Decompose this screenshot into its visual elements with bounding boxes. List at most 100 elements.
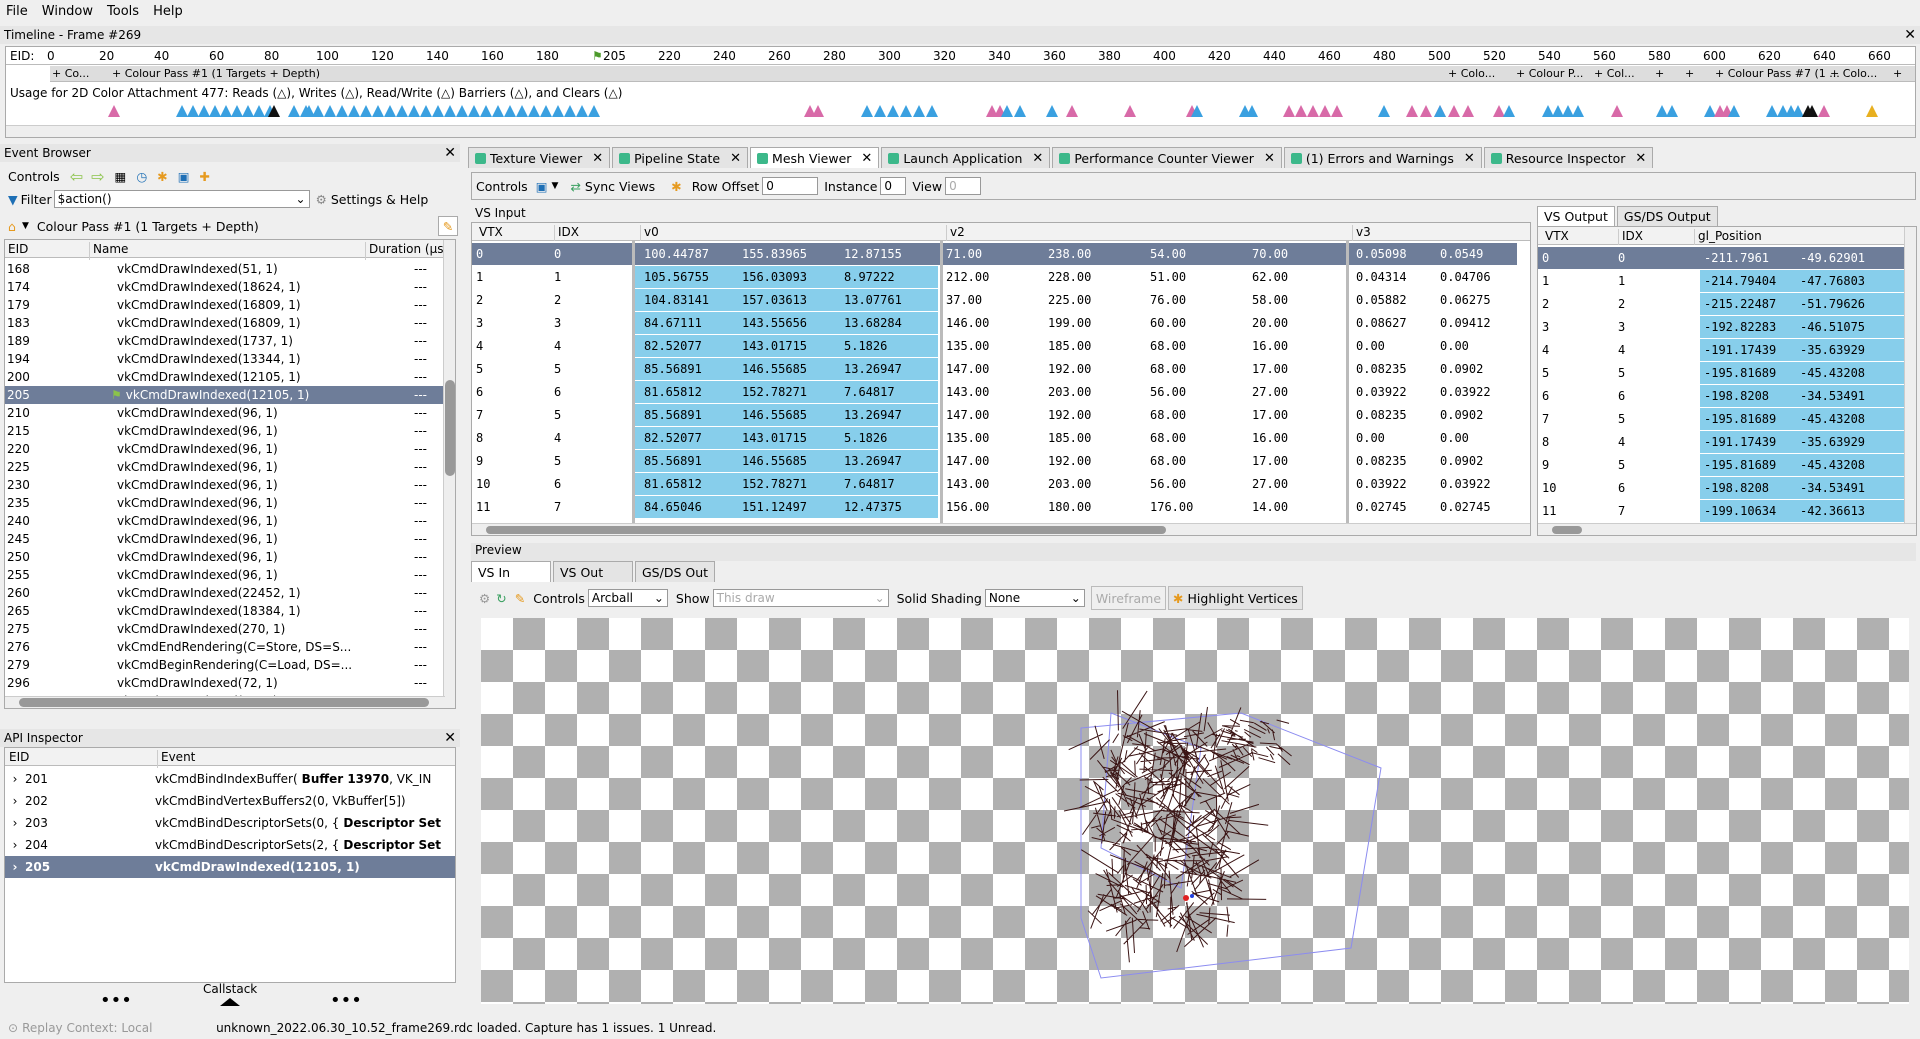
save-icon[interactable]: ▣ <box>536 179 548 194</box>
menu-window[interactable]: Window <box>42 4 93 19</box>
tab-mesh-viewer[interactable]: Mesh Viewer ✕ <box>750 147 880 168</box>
grid-cell[interactable]: 0.0902 <box>1440 454 1483 468</box>
grid-cell[interactable]: 0 <box>476 247 483 261</box>
grid-cell[interactable]: -199.10634 <box>1704 504 1776 518</box>
grid-cell[interactable]: 156.00 <box>946 500 989 514</box>
grid-cell[interactable]: 176.00 <box>1150 500 1193 514</box>
vs-output-vscroll[interactable] <box>1904 227 1916 535</box>
usage-marker[interactable] <box>108 105 120 117</box>
grid-cell[interactable]: 0.00 <box>1356 431 1385 445</box>
grid-cell[interactable]: 8 <box>1542 435 1549 449</box>
event-list[interactable]: EID Name Duration (µs 168 vkCmdDrawIndexe… <box>4 239 456 709</box>
instance-input[interactable]: 0 <box>880 177 907 195</box>
grid-cell[interactable]: 70.00 <box>1252 247 1288 261</box>
usage-marker[interactable] <box>564 105 576 117</box>
table-row[interactable]: 174 vkCmdDrawIndexed(18624, 1) --- <box>5 278 445 296</box>
grid-cell[interactable]: 238.00 <box>1048 247 1091 261</box>
grid-cell[interactable]: 192.00 <box>1048 362 1091 376</box>
grid-cell[interactable]: 2 <box>554 293 561 307</box>
scroll-thumb[interactable] <box>19 698 429 707</box>
grid-cell[interactable]: 1 <box>1542 274 1549 288</box>
grid-cell[interactable]: 151.12497 <box>742 500 807 514</box>
usage-marker[interactable] <box>1014 105 1026 117</box>
settings-icon[interactable]: ✱ <box>157 169 167 184</box>
grid-cell[interactable]: 5 <box>554 454 561 468</box>
grid-cell[interactable]: 143.01715 <box>742 431 807 445</box>
usage-marker[interactable] <box>1818 105 1830 117</box>
grid-cell[interactable]: 0.08235 <box>1356 408 1407 422</box>
vs-output-grid[interactable]: VTX IDX gl_Position 0 0 -211.7961 -49.62901 1 1-… <box>1537 226 1917 536</box>
grid-cell[interactable]: 185.00 <box>1048 339 1091 353</box>
grid-cell[interactable]: 1 <box>476 270 483 284</box>
home-icon[interactable]: ⌂ <box>8 219 16 234</box>
grid-cell[interactable]: 12.87155 <box>844 247 902 261</box>
grid-cell[interactable]: 7 <box>1542 412 1549 426</box>
close-icon[interactable]: ✕ <box>1635 151 1646 166</box>
grid-cell[interactable]: 51.00 <box>1150 270 1186 284</box>
grid-cell[interactable]: 0.09412 <box>1440 316 1491 330</box>
grid-cell[interactable]: 5 <box>476 362 483 376</box>
grid-cell[interactable]: 76.00 <box>1150 293 1186 307</box>
grid-cell[interactable]: 100.44787 <box>644 247 709 261</box>
usage-marker[interactable] <box>540 105 552 117</box>
grid-cell[interactable]: 13.07761 <box>844 293 902 307</box>
grid-cell[interactable]: 85.56891 <box>644 408 702 422</box>
solid-shading-select[interactable]: None ⌄ <box>984 589 1085 607</box>
grid-cell[interactable]: 6 <box>554 477 561 491</box>
usage-marker[interactable] <box>576 105 588 117</box>
usage-marker[interactable] <box>396 105 408 117</box>
grid-cell[interactable]: 147.00 <box>946 362 989 376</box>
close-icon[interactable]: ✕ <box>730 151 741 166</box>
grid-cell[interactable]: 192.00 <box>1048 408 1091 422</box>
grid-cell[interactable]: 13.26947 <box>844 362 902 376</box>
usage-marker[interactable] <box>887 105 899 117</box>
grid-cell[interactable]: 7.64817 <box>844 477 895 491</box>
grid-cell[interactable]: 4 <box>1542 343 1549 357</box>
close-icon[interactable]: ✕ <box>444 145 460 161</box>
chevron-right-icon[interactable]: › <box>5 838 25 852</box>
grid-cell[interactable]: 82.52077 <box>644 431 702 445</box>
replay-context[interactable]: Replay Context: Local <box>22 1021 202 1035</box>
event-list-vscroll[interactable] <box>443 240 455 708</box>
usage-marker[interactable] <box>1066 105 1078 117</box>
usage-marker[interactable] <box>528 105 540 117</box>
chevron-right-icon[interactable]: › <box>5 772 25 786</box>
usage-marker[interactable] <box>874 105 886 117</box>
table-row[interactable]: 245 vkCmdDrawIndexed(96, 1) --- <box>5 530 445 548</box>
tab-performance-counter-viewer[interactable]: Performance Counter Viewer ✕ <box>1052 147 1282 168</box>
grid-cell[interactable]: 203.00 <box>1048 385 1091 399</box>
usage-marker[interactable] <box>1307 105 1319 117</box>
more-icon[interactable]: ••• <box>330 990 362 1011</box>
grid-cell[interactable]: 6 <box>1618 481 1625 495</box>
back-icon[interactable]: ⇦ <box>70 167 83 186</box>
table-row[interactable]: 235 vkCmdDrawIndexed(96, 1) --- <box>5 494 445 512</box>
grid-cell[interactable]: -192.82283 <box>1704 320 1776 334</box>
grid-cell[interactable]: 8 <box>476 431 483 445</box>
grid-cell[interactable]: 5 <box>1618 366 1625 380</box>
reset-icon[interactable]: ⚙ <box>479 591 490 606</box>
expand-up-icon[interactable] <box>220 998 240 1006</box>
grid-cell[interactable]: 68.00 <box>1150 408 1186 422</box>
grid-cell[interactable]: 84.65046 <box>644 500 702 514</box>
usage-marker[interactable] <box>1246 105 1258 117</box>
table-row[interactable]: › 201 vkCmdBindIndexBuffer(Buffer 13970, V… <box>5 768 455 790</box>
grid-cell[interactable]: -51.79626 <box>1800 297 1865 311</box>
status-message[interactable]: unknown_2022.06.30_10.52_frame269.rdc lo… <box>216 1021 716 1035</box>
grid-cell[interactable]: 0.02745 <box>1356 500 1407 514</box>
pass-label[interactable]: + Col... <box>1594 67 1635 80</box>
usage-marker[interactable] <box>288 105 300 117</box>
column-header[interactable]: VTX <box>1542 229 1569 245</box>
grid-cell[interactable]: 17.00 <box>1252 362 1288 376</box>
usage-marker[interactable] <box>348 105 360 117</box>
usage-marker[interactable] <box>1462 105 1474 117</box>
grid-cell[interactable]: 0.0549 <box>1440 247 1483 261</box>
usage-marker[interactable] <box>468 105 480 117</box>
col-event[interactable]: Event <box>157 750 195 768</box>
grid-cell[interactable]: 143.00 <box>946 477 989 491</box>
grid-cell[interactable]: 3 <box>554 316 561 330</box>
grid-cell[interactable]: -215.22487 <box>1704 297 1776 311</box>
grid-cell[interactable]: 3 <box>1618 320 1625 334</box>
chevron-down-icon[interactable]: ▼ <box>22 221 29 231</box>
grid-cell[interactable]: 81.65812 <box>644 477 702 491</box>
table-row[interactable]: 225 vkCmdDrawIndexed(96, 1) --- <box>5 458 445 476</box>
